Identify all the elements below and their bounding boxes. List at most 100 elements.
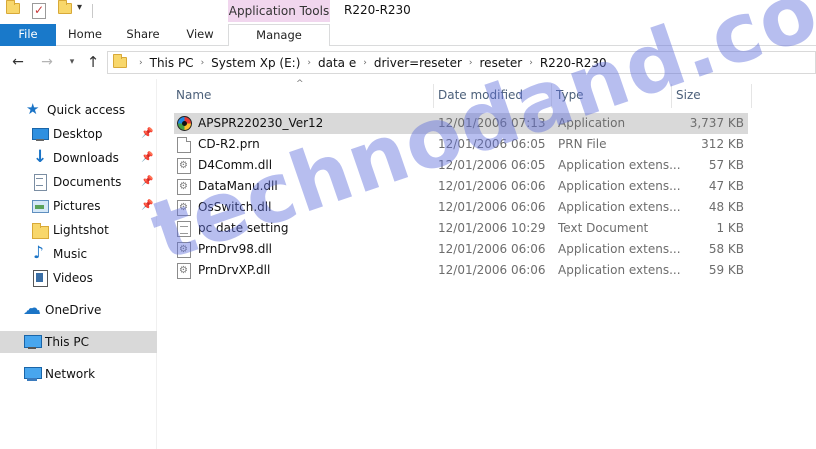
table-row[interactable]: DataManu.dll 12/01/2006 06:06 Applicatio…	[174, 176, 748, 197]
chevron-right-icon[interactable]: ›	[307, 58, 311, 68]
file-date-modified: 12/01/2006 06:06	[438, 200, 546, 214]
desktop-icon	[32, 126, 49, 142]
breadcrumb-r220-r230[interactable]: R220-R230	[540, 56, 607, 70]
folder-icon	[6, 0, 20, 14]
address-bar[interactable]: › This PC › System Xp (E:) › data e › dr…	[107, 51, 816, 74]
sidebar-item-label: Downloads	[53, 151, 119, 165]
file-type: Application extens...	[558, 179, 681, 193]
sidebar-item-quick-access[interactable]: Quick access	[0, 99, 157, 121]
sidebar-item-label: Pictures	[53, 199, 101, 213]
dll-icon	[177, 200, 191, 216]
pin-icon[interactable]: 📌	[141, 152, 153, 163]
chevron-right-icon[interactable]: ›	[469, 58, 473, 68]
table-row[interactable]: APSPR220230_Ver12 12/01/2006 07:13 Appli…	[174, 113, 748, 134]
sidebar-item-label: Documents	[53, 175, 122, 189]
table-row[interactable]: pc date setting 12/01/2006 10:29 Text Do…	[174, 218, 748, 239]
breadcrumb: › This PC › System Xp (E:) › data e › dr…	[132, 52, 607, 73]
breadcrumb-this-pc[interactable]: This PC	[150, 56, 194, 70]
table-row[interactable]: CD-R2.prn 12/01/2006 06:05 PRN File 312 …	[174, 134, 748, 155]
sidebar-item-label: Music	[53, 247, 88, 261]
sidebar-item-documents[interactable]: Documents 📌	[0, 171, 157, 193]
tab-view[interactable]: View	[172, 24, 228, 46]
file-date-modified: 12/01/2006 06:06	[438, 263, 546, 277]
sidebar-item-onedrive[interactable]: OneDrive	[0, 298, 157, 321]
file-size: 59 KB	[708, 263, 744, 277]
new-folder-icon[interactable]	[58, 0, 72, 14]
tab-home[interactable]: Home	[56, 24, 114, 46]
chevron-right-icon[interactable]: ›	[529, 58, 533, 68]
column-header-name[interactable]: Name	[172, 84, 434, 108]
folder-icon	[32, 222, 49, 239]
file-size: 1 KB	[716, 221, 744, 235]
sidebar-item-desktop[interactable]: Desktop 📌	[0, 123, 157, 145]
pin-icon[interactable]: 📌	[141, 200, 153, 211]
column-header-size[interactable]: Size	[672, 84, 752, 108]
file-name: PrnDrvXP.dll	[198, 263, 271, 277]
table-row[interactable]: OsSwitch.dll 12/01/2006 06:06 Applicatio…	[174, 197, 748, 218]
table-row[interactable]: PrnDrv98.dll 12/01/2006 06:06 Applicatio…	[174, 239, 748, 260]
file-size: 312 KB	[701, 137, 744, 151]
file-size: 48 KB	[708, 200, 744, 214]
music-icon	[32, 243, 48, 263]
file-date-modified: 12/01/2006 06:05	[438, 158, 546, 172]
table-row[interactable]: D4Comm.dll 12/01/2006 06:05 Application …	[174, 155, 748, 176]
context-tab-group-application-tools: Application Tools	[228, 0, 330, 22]
file-size: 58 KB	[708, 242, 744, 256]
ribbon-tabs: File Home Share View Manage	[0, 24, 816, 46]
sidebar-item-pictures[interactable]: Pictures 📌	[0, 195, 157, 217]
tab-share[interactable]: Share	[114, 24, 172, 46]
forward-arrow-icon[interactable]: →	[38, 53, 56, 71]
address-folder-icon	[113, 54, 127, 68]
file-type: Text Document	[558, 221, 649, 235]
dll-icon	[177, 242, 191, 258]
recent-locations-chevron-icon[interactable]: ▾	[63, 53, 81, 71]
sidebar-item-lightshot[interactable]: Lightshot	[0, 219, 157, 241]
chevron-right-icon[interactable]: ›	[363, 58, 367, 68]
sidebar-item-music[interactable]: Music	[0, 243, 157, 265]
network-icon	[24, 366, 42, 382]
pin-icon[interactable]: 📌	[141, 176, 153, 187]
column-header-date-modified[interactable]: Date modified	[434, 84, 552, 108]
breadcrumb-drive-e[interactable]: System Xp (E:)	[211, 56, 300, 70]
sidebar-item-label: This PC	[45, 335, 89, 349]
sidebar-item-downloads[interactable]: Downloads 📌	[0, 147, 157, 169]
table-row[interactable]: PrnDrvXP.dll 12/01/2006 06:06 Applicatio…	[174, 260, 748, 281]
pin-icon[interactable]: 📌	[141, 128, 153, 139]
file-size: 47 KB	[708, 179, 744, 193]
breadcrumb-driver-reseter[interactable]: driver=reseter	[374, 56, 462, 70]
file-type: PRN File	[558, 137, 607, 151]
sidebar-item-label: Lightshot	[53, 223, 109, 237]
sidebar-item-network[interactable]: Network	[0, 363, 157, 385]
navigation-pane: Quick access Desktop 📌 Downloads 📌 Docum…	[0, 79, 157, 449]
file-name: D4Comm.dll	[198, 158, 273, 172]
file-type: Application extens...	[558, 158, 681, 172]
file-size: 57 KB	[708, 158, 744, 172]
onedrive-icon	[23, 298, 41, 319]
videos-icon	[32, 270, 48, 287]
sidebar-item-label: Quick access	[47, 103, 126, 117]
file-date-modified: 12/01/2006 06:06	[438, 242, 546, 256]
sidebar-item-this-pc[interactable]: This PC	[0, 331, 157, 353]
back-arrow-icon[interactable]: ←	[9, 53, 27, 71]
file-date-modified: 12/01/2006 06:05	[438, 137, 546, 151]
text-file-icon	[177, 221, 191, 237]
tab-manage[interactable]: Manage	[228, 24, 330, 46]
file-name: APSPR220230_Ver12	[198, 116, 324, 130]
file-type: Application extens...	[558, 263, 681, 277]
dll-icon	[177, 263, 191, 279]
file-date-modified: 12/01/2006 10:29	[438, 221, 546, 235]
chevron-right-icon[interactable]: ›	[201, 58, 205, 68]
column-header-type[interactable]: Type	[552, 84, 672, 108]
chevron-right-icon[interactable]: ›	[139, 58, 143, 68]
up-arrow-icon[interactable]: ↑	[84, 53, 102, 71]
breadcrumb-reseter[interactable]: reseter	[480, 56, 523, 70]
quick-access-toolbar-dropdown-icon[interactable]: ▾	[77, 2, 82, 13]
breadcrumb-data-e[interactable]: data e	[318, 56, 356, 70]
tab-file[interactable]: File	[0, 24, 56, 46]
properties-icon[interactable]	[32, 3, 46, 19]
file-name: OsSwitch.dll	[198, 200, 272, 214]
sidebar-item-videos[interactable]: Videos	[0, 267, 157, 289]
file-size: 3,737 KB	[689, 116, 744, 130]
dll-icon	[177, 179, 191, 195]
documents-icon	[32, 174, 48, 191]
